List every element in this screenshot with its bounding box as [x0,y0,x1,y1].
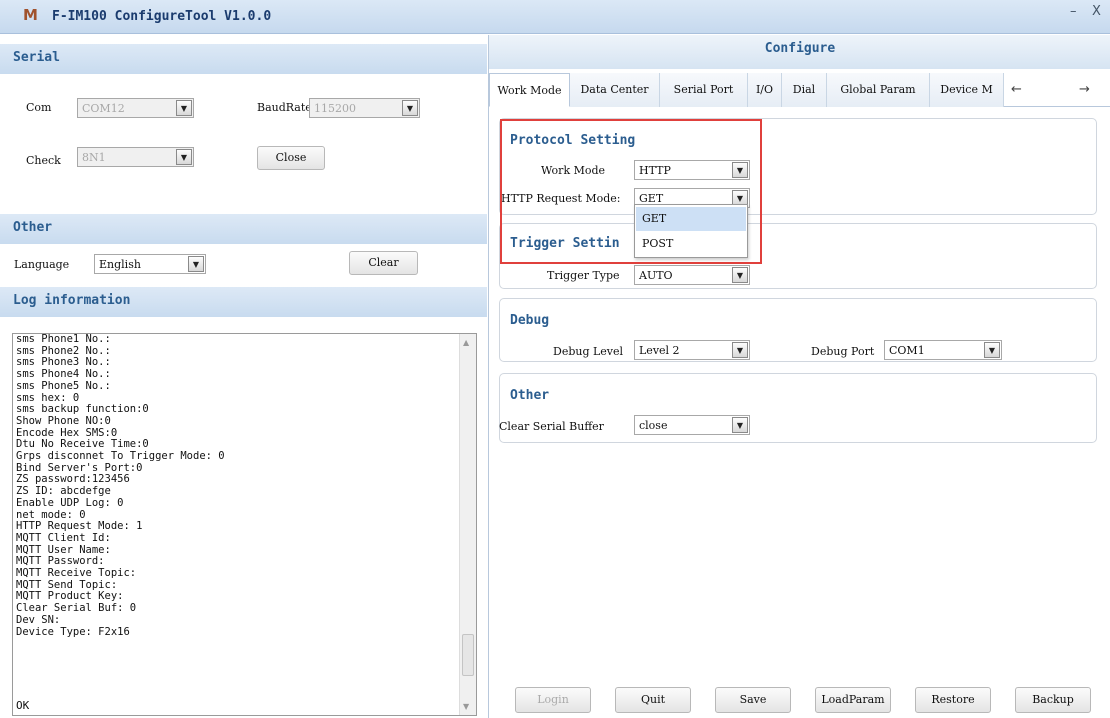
left-panel: Serial Com COM12 ▼ BaudRate 115200 ▼ Che… [0,35,487,718]
language-select[interactable]: English ▼ [94,254,206,274]
log-line: sms Phone5 No.: [16,379,111,392]
baudrate-label: BaudRate [257,101,312,114]
chevron-down-icon: ▼ [176,149,192,165]
log-line: Dev SN: [16,613,61,626]
clear-serial-buffer-value: close [639,419,668,432]
log-line: Grps disconnet To Trigger Mode: 0 [16,450,225,463]
trigger-type-select[interactable]: AUTO ▼ [634,265,750,285]
com-label: Com [26,101,52,114]
other-config-title: Other [510,388,550,403]
other-heading: Other [0,214,487,244]
log-heading: Log information [0,287,487,317]
check-select[interactable]: 8N1 ▼ [77,147,194,167]
debug-title: Debug [510,313,550,328]
baudrate-value: 115200 [314,102,356,115]
chevron-down-icon: ▼ [984,342,1000,358]
scroll-down-icon[interactable]: ▼ [463,702,469,711]
log-line: Enable UDP Log: 0 [16,496,124,509]
debug-level-value: Level 2 [639,344,680,357]
debug-level-label: Debug Level [553,345,624,358]
clear-serial-buffer-select[interactable]: close ▼ [634,415,750,435]
tab-bar: Work Mode Data Center Serial Port I/O Di… [489,73,1110,107]
log-line: Device Type: F2x16 [16,625,130,638]
chevron-down-icon: ▼ [188,256,204,272]
scroll-up-icon[interactable]: ▲ [463,338,469,347]
log-line: Show Phone NO:0 [16,414,111,427]
check-label: Check [26,154,61,167]
trigger-type-value: AUTO [639,269,673,282]
log-textarea[interactable]: sms Phone1 No.: sms Phone2 No.: sms Phone3… [12,333,477,716]
chevron-down-icon: ▼ [732,417,748,433]
tab-work-mode[interactable]: Work Mode [489,73,570,107]
debug-port-label: Debug Port [811,345,875,358]
tab-data-center[interactable]: Data Center [570,73,660,107]
restore-button[interactable]: Restore [915,687,991,713]
window-title: F-IM100 ConfigureTool V1.0.0 [52,9,272,24]
trigger-type-label: Trigger Type [547,269,620,282]
clear-log-button[interactable]: Clear [349,251,418,275]
debug-port-select[interactable]: COM1 ▼ [884,340,1002,360]
annotation-highlight-box [500,119,762,264]
clear-serial-buffer-label: Clear Serial Buffer [499,420,604,433]
app-logo-icon: M [23,6,38,24]
log-scrollbar[interactable]: ▲ ▼ [459,334,476,715]
check-value: 8N1 [82,151,106,164]
tab-global-param[interactable]: Global Param [827,73,930,107]
chevron-down-icon: ▼ [732,267,748,283]
close-window-button[interactable]: X [1092,4,1101,19]
language-label: Language [14,258,70,271]
chevron-down-icon: ▼ [732,342,748,358]
chevron-down-icon: ▼ [402,100,418,116]
log-line: sms Phone1 No.: [16,333,111,345]
load-param-button[interactable]: LoadParam [815,687,891,713]
save-button[interactable]: Save [715,687,791,713]
tab-device-m[interactable]: Device M [930,73,1004,107]
title-bar: M F-IM100 ConfigureTool V1.0.0 – X [0,0,1110,34]
language-value: English [99,258,141,271]
tab-prev-arrow-icon[interactable]: ← [1011,82,1022,97]
scroll-thumb[interactable] [462,634,474,676]
baudrate-select[interactable]: 115200 ▼ [309,98,420,118]
serial-heading: Serial [0,44,487,74]
login-button[interactable]: Login [515,687,591,713]
debug-level-select[interactable]: Level 2 ▼ [634,340,750,360]
minimize-button[interactable]: – [1070,4,1077,19]
log-last-line: OK [16,699,30,712]
configure-heading: Configure [764,41,836,56]
debug-port-value: COM1 [889,344,925,357]
chevron-down-icon: ▼ [176,100,192,116]
backup-button[interactable]: Backup [1015,687,1091,713]
com-select[interactable]: COM12 ▼ [77,98,194,118]
configure-heading-bar: Configure [489,35,1110,69]
tab-next-arrow-icon[interactable]: → [1079,82,1090,97]
log-line: MQTT Client Id: [16,531,111,544]
tab-dial[interactable]: Dial [782,73,827,107]
quit-button[interactable]: Quit [615,687,691,713]
log-lines: sms Phone1 No.: sms Phone2 No.: sms Phone3… [16,333,456,638]
log-line: Clear Serial Buf: 0 [16,602,137,615]
tab-io[interactable]: I/O [748,73,782,107]
tab-serial-port[interactable]: Serial Port [660,73,748,107]
log-line: MQTT Receive Topic: [16,567,137,580]
close-port-button[interactable]: Close [257,146,325,170]
com-value: COM12 [82,102,125,115]
